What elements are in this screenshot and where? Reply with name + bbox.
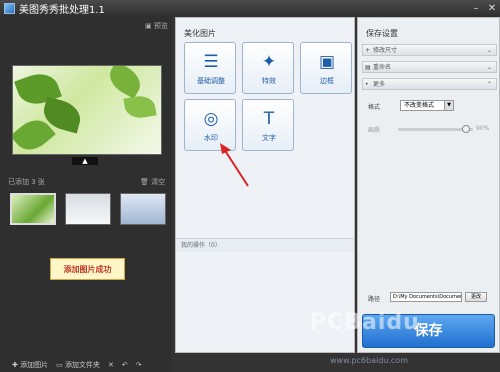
rename-icon: ▤ (365, 64, 371, 71)
section-resize[interactable]: + 修改尺寸 ⌄ (362, 44, 497, 56)
more-icon: • (365, 81, 369, 88)
watermark-icon: ◎ (203, 109, 219, 129)
added-count: 已添加 3 张 (8, 178, 45, 186)
success-toast: 添加图片成功 (50, 258, 125, 280)
close-icon[interactable]: ✕ (484, 2, 500, 16)
collapse-toggle[interactable]: ▲ (72, 157, 98, 165)
watermark-text: PCBaidu (310, 310, 420, 335)
chevron-down-icon: ⌄ (486, 64, 492, 71)
quality-slider-handle[interactable] (461, 125, 470, 133)
thumbnail-1[interactable] (10, 193, 56, 225)
my-operations-header[interactable]: 我的操作（0） (176, 238, 354, 252)
thumbnail-strip (8, 190, 172, 240)
section-rename[interactable]: ▤ 重命名 ⌄ (362, 61, 497, 73)
thumbnail-2[interactable] (65, 193, 111, 225)
tool-effects[interactable]: ✦ 特效 (242, 42, 294, 94)
add-folder-button[interactable]: ▭ 添加文件夹 (56, 360, 100, 370)
minimize-icon[interactable]: – (468, 2, 484, 16)
text-icon: T (263, 109, 275, 129)
tool-text[interactable]: T 文字 (242, 99, 294, 151)
watermark-url: www.pc6baidu.com (330, 356, 408, 365)
tool-basic-adjust[interactable]: ☰ 基础调整 (184, 42, 236, 94)
quality-value: 90% (476, 125, 490, 132)
tool-frame[interactable]: ▣ 边框 (300, 42, 352, 94)
large-preview-image (12, 65, 162, 155)
dropdown-arrow-icon: ▼ (444, 101, 453, 110)
chevron-up-icon: ⌃ (486, 81, 492, 88)
save-settings-panel: 保存设置 + 修改尺寸 ⌄ ▤ 重命名 ⌄ • 更多 ⌃ 格式 不改变格式 ▼ … (357, 17, 500, 353)
path-input[interactable]: D:\My Documents\Documents\ (390, 292, 462, 302)
quality-label: 画质 (368, 127, 381, 134)
format-select[interactable]: 不改变格式 ▼ (400, 100, 454, 111)
delete-icon[interactable]: ✕ (108, 361, 114, 369)
image-list-panel: ▣ 预览 ▲ 已添加 3 张 🗑 清空 添加图片成功 ✚ 添加图片 ▭ 添加文件… (0, 17, 172, 372)
add-image-button[interactable]: ✚ 添加图片 (12, 360, 48, 370)
thumbnail-3[interactable] (120, 193, 166, 225)
beautify-panel: 美化图片 ☰ 基础调整 ✦ 特效 ▣ 边框 ◎ 水印 T 文字 我的操作（0） (175, 17, 355, 353)
tool-watermark[interactable]: ◎ 水印 (184, 99, 236, 151)
rotate-right-icon[interactable]: ↷ (136, 361, 142, 369)
format-label: 格式 (368, 104, 381, 111)
section-more[interactable]: • 更多 ⌃ (362, 78, 497, 90)
left-toolbar: ✚ 添加图片 ▭ 添加文件夹 ✕ ↶ ↷ (0, 357, 172, 372)
frame-icon: ▣ (318, 52, 336, 72)
save-settings-heading: 保存设置 (366, 29, 398, 38)
app-icon (4, 3, 15, 14)
sliders-icon: ☰ (203, 52, 219, 72)
rotate-left-icon[interactable]: ↶ (122, 361, 128, 369)
quality-slider[interactable] (398, 125, 473, 133)
title-bar: 美图秀秀批处理1.1 – ✕ (0, 0, 500, 17)
chevron-down-icon: ⌄ (486, 47, 492, 54)
app-window: 美图秀秀批处理1.1 – ✕ ▣ 预览 ▲ 已添加 3 张 🗑 清空 添加图片成… (0, 0, 500, 372)
change-path-button[interactable]: 更改 (465, 292, 487, 302)
clear-button[interactable]: 🗑 清空 (140, 177, 165, 187)
magic-wand-icon: ✦ (261, 52, 277, 72)
window-title: 美图秀秀批处理1.1 (19, 5, 105, 16)
expand-icon: + (365, 47, 371, 54)
path-label: 路径 (368, 296, 381, 303)
preview-link[interactable]: ▣ 预览 (145, 21, 168, 31)
beautify-heading: 美化图片 (184, 29, 216, 38)
